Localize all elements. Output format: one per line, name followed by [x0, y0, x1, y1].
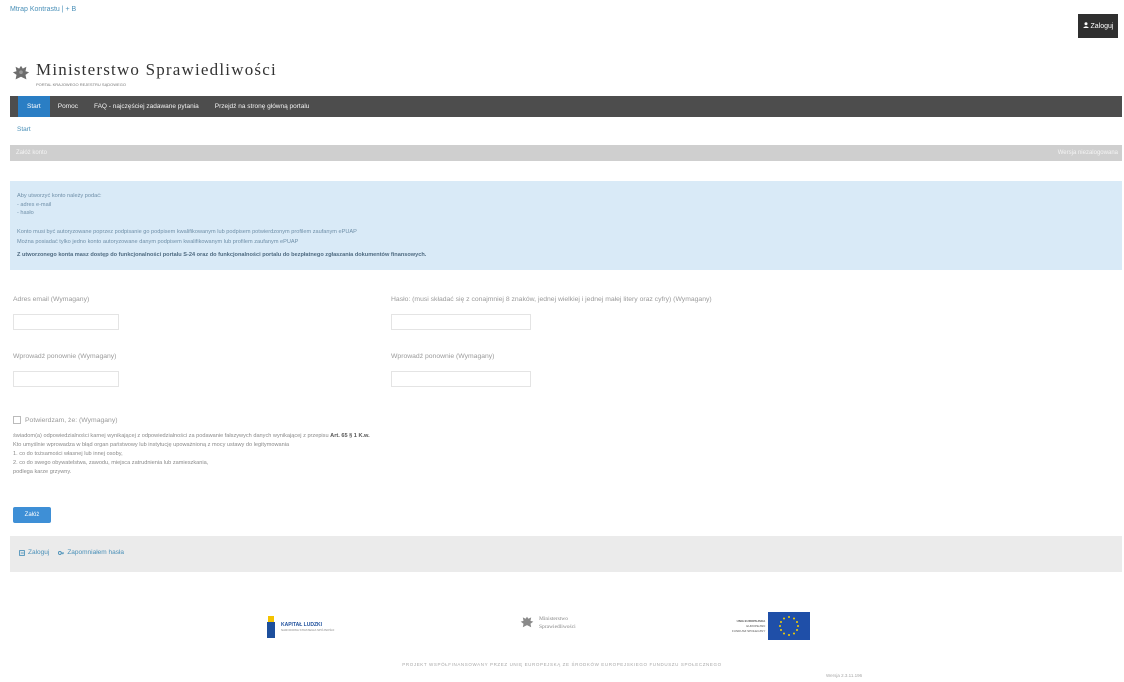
login-button[interactable]: Zaloguj	[1078, 14, 1118, 38]
confirm-row: Potwierdzam, że: (Wymagany)	[13, 416, 117, 424]
nav-item-start[interactable]: Start	[18, 96, 50, 117]
legal-line: 1. co do tożsamości własnej lub innej os…	[13, 451, 123, 457]
info-box: Aby utworzyć konto należy podać: - adres…	[10, 181, 1122, 270]
repeat-email-field[interactable]	[13, 371, 119, 387]
password-label: Hasło: (musi składać się z conajmniej 8 …	[391, 296, 712, 303]
main-navbar: Start Pomoc FAQ - najczęściej zadawane p…	[10, 96, 1122, 117]
nav-item-help[interactable]: Pomoc	[50, 96, 86, 117]
login-link[interactable]: Zaloguj	[19, 549, 49, 556]
forgot-password-label: Zapomniałem hasła	[67, 549, 125, 556]
footer-text: PROJEKT WSPÓŁFINANSOWANY PRZEZ UNIĘ EURO…	[402, 662, 722, 667]
repeat-password-label: Wprowadź ponownie (Wymagany)	[391, 353, 495, 360]
user-icon	[1082, 22, 1089, 30]
info-line: Można posiadać tylko jedno konto autoryz…	[17, 239, 299, 245]
version-label: Wersja 2.3.11.196	[826, 673, 863, 678]
legal-line: świadom(a) odpowiedzialności karnej wyni…	[13, 433, 329, 439]
legal-line: podlega karze grzywny.	[13, 469, 72, 475]
legal-line: Kto umyślnie wprowadza w błąd organ pańs…	[13, 442, 290, 448]
legal-article: Art. 65 § 1 K.w.	[330, 433, 370, 439]
forgot-password-link[interactable]: Zapomniałem hasła	[58, 549, 124, 556]
email-label: Adres email (Wymagany)	[13, 296, 90, 303]
kapital-ludzki-icon	[267, 616, 275, 638]
eagle-footer-icon	[520, 616, 534, 628]
logo-title: Ministerstwo Sprawiedliwości	[36, 60, 277, 79]
password-field[interactable]	[391, 314, 531, 330]
ministry-footer-line1: Ministerstwo	[539, 616, 569, 622]
info-bold-line: Z utworzonego konta masz dostęp do funkc…	[17, 252, 427, 258]
legal-line: 2. co do swego obywatelstwa, zawodu, mie…	[13, 460, 209, 466]
section-header: Załóż konto Wersja niezalogowana	[10, 145, 1122, 161]
breadcrumb[interactable]: Start	[17, 126, 31, 133]
login-label: Zaloguj	[1090, 22, 1114, 30]
repeat-password-field[interactable]	[391, 371, 531, 387]
eu-line1: UNIA EUROPEJSKA	[736, 618, 766, 623]
ministry-footer-line2: Sprawiedliwości	[539, 624, 576, 630]
info-line: - adres e-mail	[17, 202, 52, 208]
logo-subtitle: PORTAL KRAJOWEGO REJESTRU SĄDOWEGO	[36, 82, 126, 87]
repeat-email-label: Wprowadź ponownie (Wymagany)	[13, 353, 117, 360]
kapital-ludzki-logo: KAPITAŁ LUDZKI NARODOWA STRATEGIA SPÓJNO…	[265, 616, 334, 638]
login-link-label: Zaloguj	[28, 549, 50, 556]
key-icon	[58, 550, 65, 555]
nav-item-faq[interactable]: FAQ - najczęściej zadawane pytania	[86, 96, 207, 117]
info-line: - hasło	[17, 210, 34, 216]
legal-text: świadom(a) odpowiedzialności karnej wyni…	[13, 432, 370, 477]
section-status: Wersja niezalogowana	[1057, 150, 1118, 156]
confirm-checkbox[interactable]	[13, 416, 21, 424]
footer-logos: KAPITAŁ LUDZKI NARODOWA STRATEGIA SPÓJNO…	[0, 612, 1124, 642]
nav-item-portal-home[interactable]: Przejdź na stronę główną portalu	[207, 96, 318, 117]
ministry-logo[interactable]: Ministerstwo Sprawiedliwości PORTAL KRAJ…	[12, 60, 277, 87]
top-links[interactable]: Mtrap Kontrastu | + B	[10, 6, 76, 13]
kapital-ludzki-subtext: NARODOWA STRATEGIA SPÓJNOŚCI	[281, 628, 335, 632]
confirm-label: Potwierdzam, że: (Wymagany)	[25, 416, 118, 424]
eu-line3: FUNDUSZ SPOŁECZNY	[732, 628, 766, 633]
info-line: Konto musi być autoryzowane poprzez podp…	[17, 229, 357, 235]
eu-flag-icon	[768, 612, 811, 640]
bottom-actions-bar: Zaloguj Zapomniałem hasła	[10, 536, 1122, 572]
eu-logo: UNIA EUROPEJSKA EUROPEJSKI FUNDUSZ SPOŁE…	[732, 612, 811, 640]
eagle-emblem-icon	[12, 65, 30, 79]
info-line: Aby utworzyć konto należy podać:	[17, 193, 102, 199]
login-icon	[19, 549, 25, 556]
submit-button[interactable]: Załóż	[13, 507, 51, 523]
ministry-footer-logo: Ministerstwo Sprawiedliwości	[520, 614, 576, 632]
section-title: Załóż konto	[16, 150, 48, 156]
email-field[interactable]	[13, 314, 119, 330]
